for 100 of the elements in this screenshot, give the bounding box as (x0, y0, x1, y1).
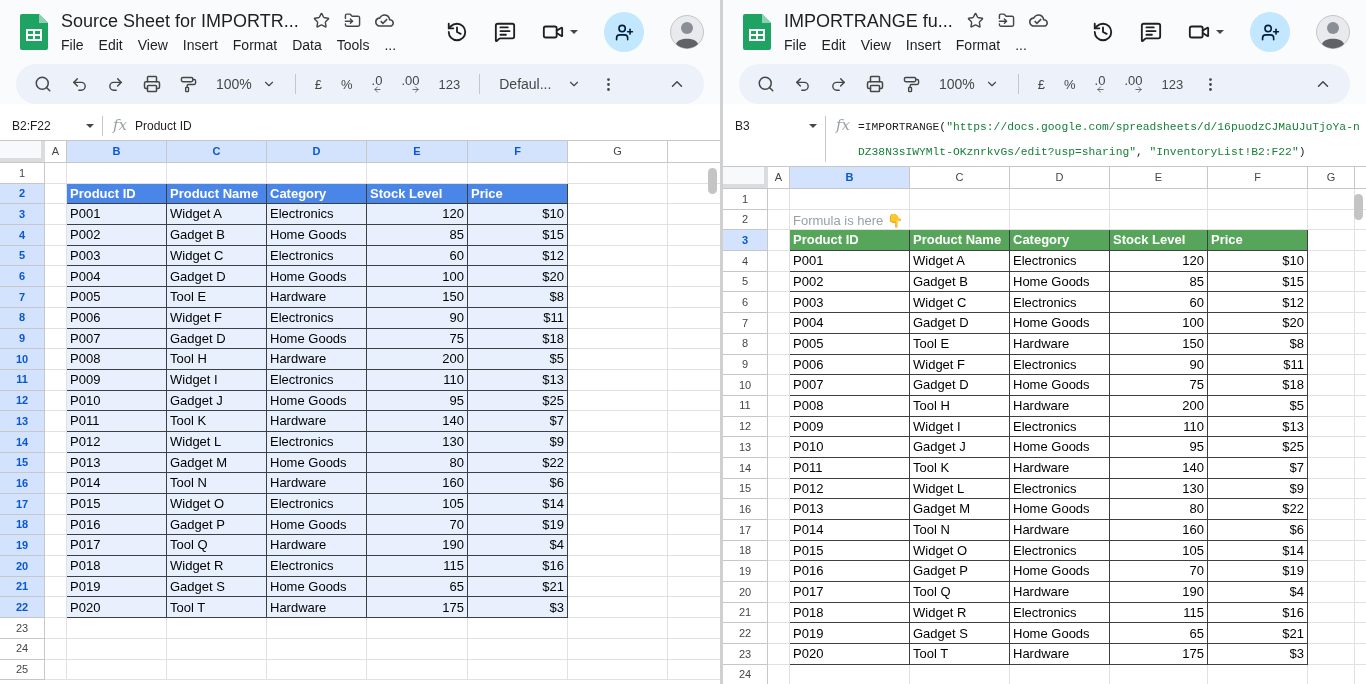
format-button[interactable]: % (341, 77, 353, 91)
empty-cell[interactable] (367, 163, 468, 184)
row-number[interactable]: 9 (0, 328, 45, 350)
empty-cell[interactable] (468, 163, 568, 184)
increase-decimal-button[interactable]: .00 (401, 74, 420, 94)
column-header[interactable]: B (67, 141, 167, 162)
menu-item[interactable]: Format (232, 34, 278, 56)
empty-cell[interactable] (267, 638, 367, 660)
empty-cell[interactable] (468, 638, 568, 660)
row-number[interactable]: 10 (723, 375, 768, 396)
empty-cell[interactable] (1208, 189, 1308, 210)
row-number[interactable]: 22 (723, 623, 768, 645)
formula-field[interactable]: =IMPORTRANGE("https://docs.google.com/spreadsheets/d/16puodzCJMaUJuTjoYa-nDZ38N3sIWYMlt-OKznrkvGs/edit?usp=sharing", "InventoryList!B2:F22") (850, 112, 1366, 166)
menu-item[interactable]: Edit (821, 34, 846, 56)
sheets-logo-icon[interactable] (743, 14, 771, 50)
row-number[interactable]: 14 (723, 457, 768, 479)
row-number[interactable]: 24 (0, 638, 45, 660)
row-number[interactable]: 8 (0, 307, 45, 329)
row-number[interactable]: 14 (0, 431, 45, 453)
column-header[interactable]: F (468, 141, 568, 162)
empty-cell[interactable] (568, 638, 668, 660)
select-all-corner[interactable] (723, 167, 768, 188)
row-number[interactable]: 3 (0, 204, 45, 226)
menu-item[interactable]: ... (384, 34, 397, 56)
decrease-decimal-button[interactable]: .0 (1094, 74, 1106, 94)
row-number[interactable]: 2 (0, 183, 45, 205)
menu-item[interactable]: Insert (182, 34, 218, 56)
menu-item[interactable]: View (860, 34, 891, 56)
scrollbar-thumb[interactable] (1354, 194, 1363, 220)
cloud-check-icon[interactable] (374, 11, 394, 30)
row-number[interactable]: 21 (723, 602, 768, 624)
row-number[interactable]: 22 (0, 597, 45, 619)
comment-icon[interactable] (1140, 21, 1162, 43)
history-icon[interactable] (446, 21, 468, 43)
column-header[interactable]: E (367, 141, 468, 162)
redo-icon[interactable] (107, 75, 124, 93)
row-number[interactable]: 10 (0, 349, 45, 370)
empty-cell[interactable] (468, 618, 568, 639)
empty-cell[interactable] (468, 659, 568, 681)
print-icon[interactable] (143, 75, 161, 93)
row-number[interactable]: 5 (723, 271, 768, 293)
empty-cell[interactable] (67, 163, 167, 184)
row-number[interactable]: 16 (0, 473, 45, 494)
empty-cell[interactable] (267, 618, 367, 639)
select-all-corner[interactable] (0, 141, 45, 162)
row-number[interactable]: 6 (0, 266, 45, 288)
row-number[interactable]: 7 (0, 287, 45, 308)
row-number[interactable]: 19 (0, 535, 45, 557)
row-number[interactable]: 17 (723, 520, 768, 541)
empty-cell[interactable] (367, 659, 468, 681)
redo-icon[interactable] (830, 75, 847, 93)
row-number[interactable]: 6 (723, 292, 768, 314)
row-number[interactable]: 23 (0, 618, 45, 639)
row-number[interactable]: 15 (0, 452, 45, 474)
document-title[interactable]: Source Sheet for IMPORTR... (61, 8, 299, 33)
caret-icon[interactable] (570, 30, 578, 34)
zoom-select[interactable]: 100% (216, 73, 276, 95)
menu-item[interactable]: Format (955, 34, 1001, 56)
row-number[interactable]: 11 (0, 369, 45, 391)
name-box[interactable]: B3 (723, 112, 825, 140)
empty-cell[interactable] (568, 618, 668, 639)
empty-cell[interactable] (167, 618, 267, 639)
scrollbar-thumb[interactable] (708, 168, 717, 194)
menu-item[interactable]: File (784, 34, 807, 56)
star-icon[interactable] (966, 12, 984, 29)
row-number[interactable]: 2 (723, 209, 768, 231)
column-header[interactable]: B (790, 167, 910, 188)
zoom-select[interactable]: 100% (939, 73, 999, 95)
move-folder-icon[interactable] (997, 12, 1015, 29)
avatar-icon[interactable] (670, 15, 704, 49)
row-number[interactable]: 12 (723, 416, 768, 438)
row-number[interactable]: 3 (723, 230, 768, 252)
caret-icon[interactable] (1216, 30, 1224, 34)
document-title[interactable]: IMPORTRANGE fu... (784, 8, 953, 33)
menu-item[interactable]: Tools (336, 34, 370, 56)
paint-format-icon[interactable] (903, 75, 920, 93)
menu-item[interactable]: Edit (98, 34, 123, 56)
empty-cell[interactable] (1010, 189, 1110, 210)
empty-cell[interactable] (67, 638, 167, 660)
row-number[interactable]: 8 (723, 333, 768, 355)
empty-cell[interactable] (67, 618, 167, 639)
row-number[interactable]: 20 (723, 582, 768, 603)
format-button[interactable]: 123 (438, 77, 461, 91)
empty-cell[interactable] (1110, 189, 1208, 210)
row-number[interactable]: 1 (723, 189, 768, 210)
row-number[interactable]: 5 (0, 245, 45, 267)
row-number[interactable]: 17 (0, 494, 45, 515)
history-icon[interactable] (1092, 21, 1114, 43)
comment-icon[interactable] (494, 21, 516, 43)
empty-cell[interactable] (367, 618, 468, 639)
name-box[interactable]: B2:F22 (0, 112, 102, 140)
row-number[interactable]: 16 (723, 499, 768, 520)
format-button[interactable]: 123 (1161, 77, 1184, 91)
empty-cell[interactable] (910, 189, 1010, 210)
column-header[interactable]: C (167, 141, 267, 162)
row-number[interactable]: 19 (723, 561, 768, 583)
menu-item[interactable]: File (61, 34, 84, 56)
row-number[interactable]: 15 (723, 478, 768, 500)
sheets-logo-icon[interactable] (20, 14, 48, 50)
formula-field[interactable]: Product ID (127, 112, 720, 140)
